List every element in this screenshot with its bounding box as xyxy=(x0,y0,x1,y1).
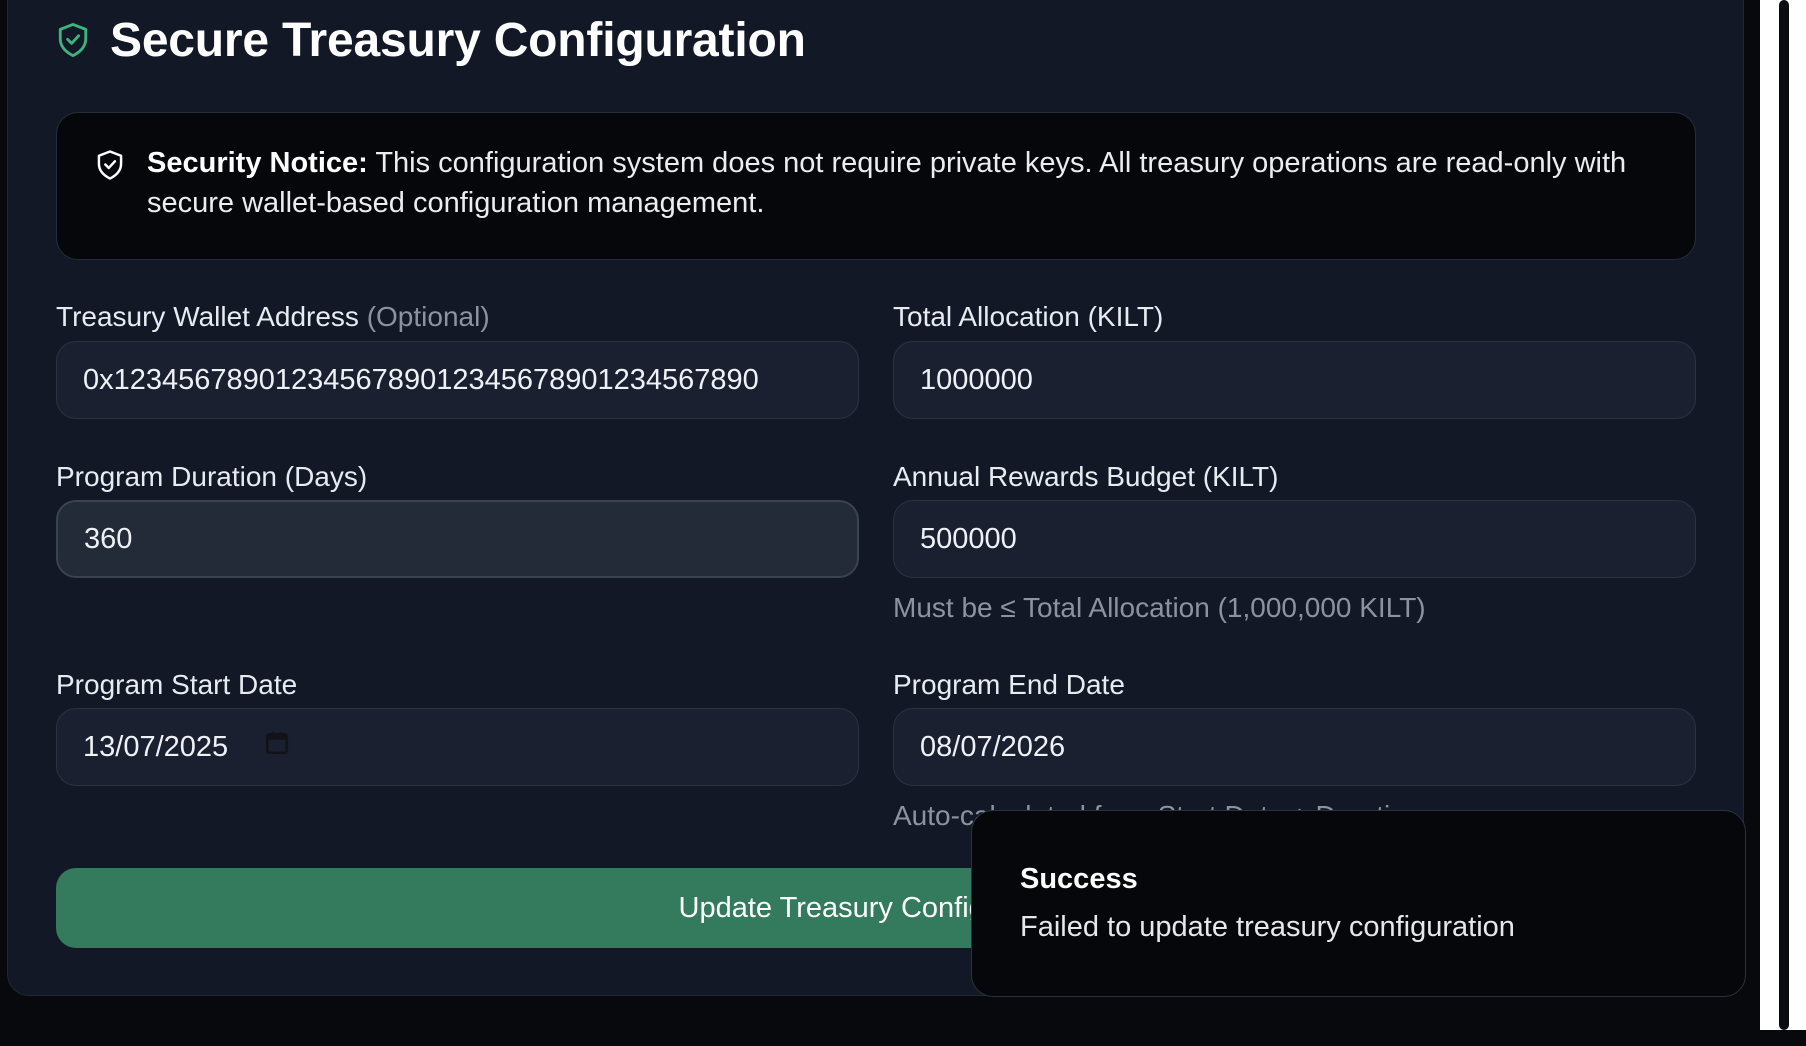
security-notice-body: This configuration system does not requi… xyxy=(147,147,1627,219)
total-allocation-input[interactable]: 1000000 xyxy=(893,341,1696,419)
annual-budget-label: Annual Rewards Budget (KILT) xyxy=(893,461,1279,492)
page-title: Secure Treasury Configuration xyxy=(110,13,806,67)
wallet-address-label: Treasury Wallet Address (Optional) xyxy=(56,300,490,334)
toast-title: Success xyxy=(1020,863,1138,895)
program-duration-value: 360 xyxy=(84,522,133,555)
program-duration-input[interactable]: 360 xyxy=(56,500,859,578)
annual-budget-input[interactable]: 500000 xyxy=(893,500,1696,578)
annual-budget-value: 500000 xyxy=(920,522,1017,555)
scrollbar-thumb[interactable] xyxy=(1779,0,1789,1030)
shield-check-icon xyxy=(56,21,90,59)
end-date-input[interactable]: 08/07/2026 xyxy=(893,708,1696,786)
toast-description: Failed to update treasury configuration xyxy=(1020,911,1515,943)
wallet-address-input[interactable]: 0x12345678901234567890123456789012345678… xyxy=(56,341,859,419)
page: Secure Treasury Configuration Security N… xyxy=(0,0,1806,1046)
calendar-icon[interactable] xyxy=(264,730,290,764)
security-notice: Security Notice: This configuration syst… xyxy=(56,112,1696,260)
end-date-value: 08/07/2026 xyxy=(920,730,1066,763)
wallet-address-label-text: Treasury Wallet Address xyxy=(56,301,359,332)
optional-tag: (Optional) xyxy=(366,301,490,332)
security-notice-label: Security Notice: xyxy=(147,147,368,179)
shield-check-icon xyxy=(95,149,125,186)
total-allocation-label: Total Allocation (KILT) xyxy=(893,301,1164,332)
end-date-label: Program End Date xyxy=(893,669,1125,700)
total-allocation-value: 1000000 xyxy=(920,363,1033,396)
start-date-value: 13/07/2025 xyxy=(83,730,229,763)
program-duration-label: Program Duration (Days) xyxy=(56,461,368,492)
toast-notification[interactable]: Success Failed to update treasury config… xyxy=(971,810,1746,997)
security-notice-text: Security Notice: This configuration syst… xyxy=(147,143,1655,223)
card-header: Secure Treasury Configuration xyxy=(56,12,806,68)
wallet-address-value: 0x12345678901234567890123456789012345678… xyxy=(83,363,759,396)
start-date-label: Program Start Date xyxy=(56,669,298,700)
annual-budget-hint: Must be ≤ Total Allocation (1,000,000 KI… xyxy=(893,592,1426,623)
start-date-input[interactable]: 13/07/2025 xyxy=(56,708,859,786)
